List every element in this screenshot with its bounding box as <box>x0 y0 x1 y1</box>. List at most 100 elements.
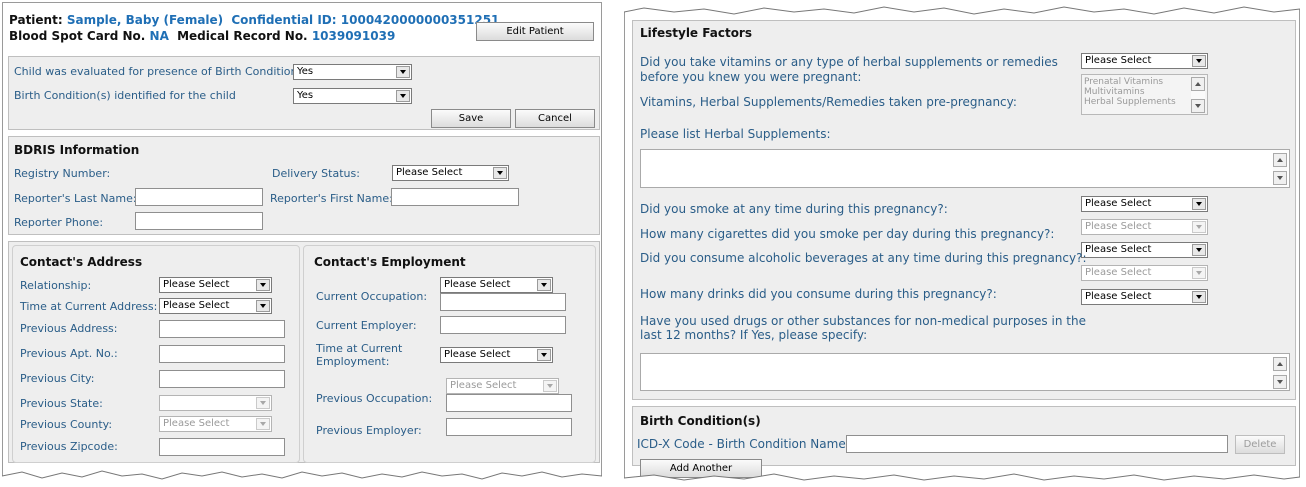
prev-occupation-select[interactable]: Please Select <box>446 378 559 394</box>
card-value: NA <box>149 29 169 43</box>
patient-label: Patient: <box>9 13 63 27</box>
reporter-first-label: Reporter's First Name: <box>270 192 393 205</box>
delivery-label: Delivery Status: <box>272 167 360 180</box>
reporter-phone-input[interactable] <box>135 212 263 230</box>
prev-occupation-input[interactable] <box>446 394 572 412</box>
prev-state-select[interactable] <box>159 395 272 411</box>
alcohol-question: Did you consume alcoholic beverages at a… <box>640 251 1087 265</box>
patient-name: Sample, Baby (Female) <box>66 13 224 27</box>
chevron-down-icon <box>543 380 557 392</box>
drinks-select[interactable]: Please Select <box>1081 289 1208 305</box>
vitamins-question-1: Did you take vitamins or any type of her… <box>640 55 1058 69</box>
delete-button[interactable]: Delete <box>1235 435 1285 454</box>
herbal-textarea[interactable] <box>640 149 1290 188</box>
employment-title: Contact's Employment <box>314 255 466 269</box>
textarea-scrollbar[interactable] <box>1273 153 1287 185</box>
taken-label: Vitamins, Herbal Supplements/Remedies ta… <box>640 95 1017 109</box>
scroll-up-icon[interactable] <box>1273 153 1287 167</box>
employer-input[interactable] <box>440 316 566 334</box>
evaluated-select[interactable]: Yes <box>293 64 412 80</box>
chevron-down-icon <box>256 300 270 312</box>
prev-city-label: Previous City: <box>20 372 95 385</box>
prev-apt-input[interactable] <box>159 345 285 363</box>
prev-county-label: Previous County: <box>20 418 113 431</box>
torn-edge-right-bottom <box>624 473 1300 487</box>
occupation-label: Current Occupation: <box>316 290 428 303</box>
confidential-label: Confidential ID: <box>231 13 337 27</box>
prev-address-input[interactable] <box>159 320 285 338</box>
bdris-title: BDRIS Information <box>14 143 140 157</box>
herbal-label: Please list Herbal Supplements: <box>640 127 831 141</box>
chevron-down-icon <box>537 349 551 361</box>
scroll-up-icon[interactable] <box>1191 77 1205 91</box>
prev-zip-label: Previous Zipcode: <box>20 440 118 453</box>
vitamins-question-2: before you knew you were pregnant: <box>640 70 862 84</box>
prev-apt-label: Previous Apt. No.: <box>20 347 118 360</box>
chevron-down-icon <box>396 90 410 102</box>
alcohol-select[interactable]: Please Select <box>1081 242 1208 258</box>
reporter-last-input[interactable] <box>135 188 263 206</box>
prev-employer-input[interactable] <box>446 418 572 436</box>
list-item[interactable]: Multivitamins <box>1084 87 1207 97</box>
chevron-down-icon <box>493 167 507 179</box>
time-address-select[interactable]: Please Select <box>159 298 272 314</box>
chevron-down-icon <box>1192 267 1206 279</box>
textarea-scrollbar[interactable] <box>1273 357 1287 389</box>
cigarettes-question: How many cigarettes did you smoke per da… <box>640 227 1055 241</box>
reporter-last-label: Reporter's Last Name: <box>14 192 137 205</box>
reporter-first-input[interactable] <box>391 188 519 206</box>
vitamins-select[interactable]: Please Select <box>1081 53 1208 69</box>
cancel-button[interactable]: Cancel <box>515 109 595 128</box>
list-item[interactable]: Prenatal Vitamins <box>1084 77 1207 87</box>
chevron-down-icon <box>1192 198 1206 210</box>
edit-patient-button[interactable]: Edit Patient <box>476 22 594 41</box>
chevron-down-icon <box>256 279 270 291</box>
prev-county-select[interactable]: Please Select <box>159 416 272 432</box>
birth-condition-title: Birth Condition(s) <box>640 414 761 428</box>
card-label: Blood Spot Card No. <box>9 29 146 43</box>
lifestyle-title: Lifestyle Factors <box>640 26 752 40</box>
drugs-question-2: last 12 months? If Yes, please specify: <box>640 328 868 342</box>
chevron-down-icon <box>1192 55 1206 67</box>
icd-label: ICD-X Code - Birth Condition Name: <box>637 437 850 451</box>
scroll-down-icon[interactable] <box>1273 375 1287 389</box>
scroll-up-icon[interactable] <box>1273 357 1287 371</box>
prev-zip-input[interactable] <box>159 438 285 456</box>
scroll-down-icon[interactable] <box>1191 99 1205 113</box>
chevron-down-icon <box>537 279 551 291</box>
prev-city-input[interactable] <box>159 370 285 388</box>
prev-address-label: Previous Address: <box>20 322 118 335</box>
cigarettes-select[interactable]: Please Select <box>1081 219 1208 235</box>
torn-edge-left <box>2 470 602 487</box>
relationship-select[interactable]: Please Select <box>159 277 272 293</box>
occupation-select[interactable]: Please Select <box>440 277 553 293</box>
smoke-select[interactable]: Please Select <box>1081 196 1208 212</box>
scroll-down-icon[interactable] <box>1273 171 1287 185</box>
mrn-value: 1039091039 <box>311 29 396 43</box>
relationship-label: Relationship: <box>20 279 92 292</box>
occupation-input[interactable] <box>440 293 566 311</box>
icd-input[interactable] <box>846 435 1228 453</box>
employer-label: Current Employer: <box>316 319 417 332</box>
time-employment-label-2: Employment: <box>316 355 390 368</box>
listbox-scrollbar[interactable] <box>1191 77 1205 113</box>
time-employment-label-1: Time at Current <box>316 342 403 355</box>
supplements-listbox[interactable]: Prenatal Vitamins Multivitamins Herbal S… <box>1081 74 1208 115</box>
chevron-down-icon <box>256 418 270 430</box>
chevron-down-icon <box>1192 221 1206 233</box>
time-employment-select[interactable]: Please Select <box>440 347 553 363</box>
drugs-question-1: Have you used drugs or other substances … <box>640 314 1086 328</box>
alcohol-frequency-select[interactable]: Please Select <box>1081 265 1208 281</box>
chevron-down-icon <box>1192 291 1206 303</box>
evaluated-label: Child was evaluated for presence of Birt… <box>14 65 312 78</box>
list-item[interactable]: Herbal Supplements <box>1084 97 1207 107</box>
registry-label: Registry Number: <box>14 167 111 180</box>
prev-employer-label: Previous Employer: <box>316 424 422 437</box>
identified-select[interactable]: Yes <box>293 88 412 104</box>
drugs-textarea[interactable] <box>640 353 1290 391</box>
chevron-down-icon <box>396 66 410 78</box>
reporter-phone-label: Reporter Phone: <box>14 216 104 229</box>
save-button[interactable]: Save <box>431 109 511 128</box>
delivery-select[interactable]: Please Select <box>392 165 509 181</box>
chevron-down-icon <box>1192 244 1206 256</box>
